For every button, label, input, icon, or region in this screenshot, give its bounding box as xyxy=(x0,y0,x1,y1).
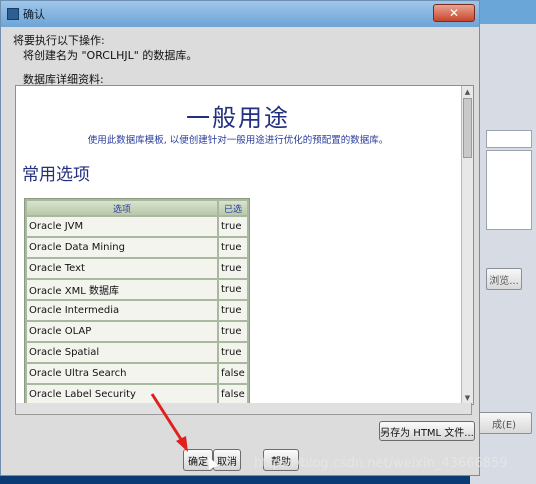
details-panel[interactable]: 一般用途 使用此数据库模板, 以便创建针对一般用途进行优化的预配置的数据库。 常… xyxy=(15,85,474,405)
confirm-dialog: 确认 ✕ 将要执行以下操作: 将创建名为 "ORCLHJL" 的数据库。 数据库… xyxy=(0,0,480,476)
option-name: Oracle Spatial xyxy=(27,343,217,362)
option-name: Oracle Data Mining xyxy=(27,238,217,257)
dialog-titlebar: 确认 ✕ xyxy=(1,1,479,27)
column-header-selected: 已选 xyxy=(219,201,247,215)
option-name: Oracle Intermedia xyxy=(27,301,217,320)
horizontal-scrollbar[interactable] xyxy=(15,403,472,415)
background-field-1 xyxy=(486,130,532,148)
close-button[interactable]: ✕ xyxy=(433,4,475,22)
option-name: Oracle XML 数据库 xyxy=(27,280,217,299)
watermark-text: https://blog.csdn.net/weixin_43666859 xyxy=(254,456,508,471)
section-title: 常用选项 xyxy=(22,165,90,185)
option-name: Oracle JVM xyxy=(27,217,217,236)
option-value: true xyxy=(219,322,247,341)
table-header-row: 选项 已选 xyxy=(27,201,247,215)
template-title: 一般用途 xyxy=(186,104,290,132)
intro-line-1: 将要执行以下操作: xyxy=(13,34,105,47)
table-row: Oracle Intermedia true xyxy=(27,301,247,320)
background-panel xyxy=(486,150,532,230)
scroll-up-icon[interactable]: ▲ xyxy=(462,86,473,98)
cancel-button[interactable]: 取消 xyxy=(213,449,241,471)
option-name: Oracle Label Security xyxy=(27,385,217,404)
table-row: Oracle Text true xyxy=(27,259,247,278)
background-browse-button[interactable]: 浏览... xyxy=(486,268,522,290)
option-value: true xyxy=(219,217,247,236)
table-row: Oracle OLAP true xyxy=(27,322,247,341)
table-row: Oracle Spatial true xyxy=(27,343,247,362)
option-value: true xyxy=(219,280,247,299)
option-name: Oracle Ultra Search xyxy=(27,364,217,383)
vertical-scrollbar[interactable]: ▲ ▼ xyxy=(461,86,473,404)
background-right-button[interactable]: 成(E) xyxy=(476,412,532,434)
details-content: 一般用途 使用此数据库模板, 以便创建针对一般用途进行优化的预配置的数据库。 常… xyxy=(16,86,460,404)
table-row: Oracle Data Mining true xyxy=(27,238,247,257)
table-row: Oracle XML 数据库 true xyxy=(27,280,247,299)
option-value: true xyxy=(219,238,247,257)
table-row: Oracle Ultra Search false xyxy=(27,364,247,383)
table-row: Oracle JVM true xyxy=(27,217,247,236)
java-app-icon xyxy=(7,8,19,20)
intro-line-2: 将创建名为 "ORCLHJL" 的数据库。 xyxy=(23,49,198,62)
template-description: 使用此数据库模板, 以便创建针对一般用途进行优化的预配置的数据库。 xyxy=(87,135,389,146)
option-value: true xyxy=(219,301,247,320)
option-value: false xyxy=(219,364,247,383)
dialog-title: 确认 xyxy=(23,8,45,21)
option-name: Oracle OLAP xyxy=(27,322,217,341)
option-value: false xyxy=(219,385,247,404)
intro-text: 将要执行以下操作: 将创建名为 "ORCLHJL" 的数据库。 xyxy=(13,33,197,63)
options-table: 选项 已选 Oracle JVM true Oracle Data Mining t… xyxy=(24,198,250,404)
close-icon: ✕ xyxy=(448,6,460,20)
save-as-html-button[interactable]: 另存为 HTML 文件... xyxy=(379,421,475,441)
column-header-option: 选项 xyxy=(27,201,217,215)
scrollbar-thumb[interactable] xyxy=(463,98,472,158)
table-row: Oracle Label Security false xyxy=(27,385,247,404)
option-value: true xyxy=(219,343,247,362)
option-value: true xyxy=(219,259,247,278)
option-name: Oracle Text xyxy=(27,259,217,278)
